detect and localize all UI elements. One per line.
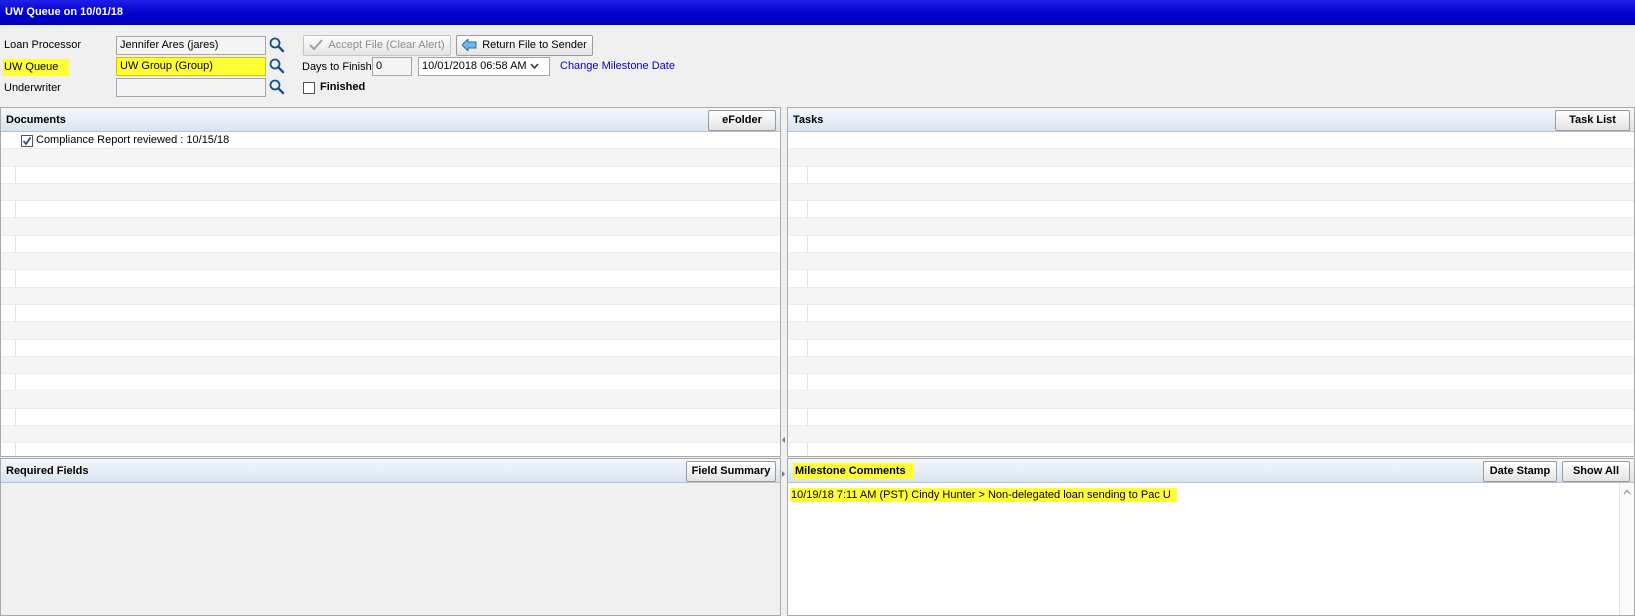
accept-file-button[interactable]: Accept File (Clear Alert) (303, 35, 451, 56)
documents-panel: Documents eFolder Compliance Report revi… (0, 107, 781, 457)
return-file-button[interactable]: Return File to Sender (456, 35, 593, 56)
table-row (788, 287, 1634, 305)
uw-queue-field[interactable]: UW Group (Group) (116, 57, 266, 76)
table-row (1, 426, 780, 444)
table-row (788, 236, 1634, 254)
documents-list: Compliance Report reviewed : 10/15/18 (1, 132, 780, 456)
underwriter-label: Underwriter (4, 82, 61, 94)
table-row (1, 183, 780, 202)
underwriter-field[interactable] (116, 78, 266, 97)
return-file-label: Return File to Sender (482, 39, 587, 51)
table-row (788, 183, 1634, 202)
documents-header: Documents eFolder (1, 108, 780, 132)
days-to-finish-label: Days to Finish (302, 61, 372, 73)
table-row (788, 167, 1634, 184)
efolder-button[interactable]: eFolder (708, 110, 776, 131)
loan-processor-field[interactable]: Jennifer Ares (jares) (116, 36, 266, 55)
splitter-grip-icon (782, 437, 785, 477)
accept-file-label: Accept File (Clear Alert) (328, 39, 445, 51)
tasks-header: Tasks Task List (788, 108, 1634, 132)
uw-queue-label: UW Queue (3, 59, 69, 76)
date-stamp-button[interactable]: Date Stamp (1483, 461, 1557, 482)
table-row (788, 149, 1634, 167)
table-row (1, 340, 780, 357)
tasks-list (788, 132, 1634, 456)
documents-title: Documents (6, 114, 66, 126)
table-row (788, 305, 1634, 323)
table-row (1, 201, 780, 219)
checkmark-icon (22, 137, 32, 146)
table-row (788, 391, 1634, 409)
return-arrow-icon (462, 39, 477, 52)
table-row (1, 305, 780, 323)
tasks-panel: Tasks Task List (787, 107, 1635, 457)
table-row (1, 391, 780, 409)
table-row (788, 426, 1634, 444)
milestone-date-picker[interactable]: 10/01/2018 06:58 AM (418, 57, 550, 76)
table-row (1, 443, 780, 456)
table-row (1, 409, 780, 427)
required-fields-title: Required Fields (6, 465, 89, 477)
scroll-up-icon[interactable] (1623, 489, 1631, 495)
table-row (1, 218, 780, 236)
table-row (788, 443, 1634, 456)
document-checkbox[interactable] (21, 135, 33, 147)
finished-label: Finished (320, 81, 366, 93)
document-label: Compliance Report reviewed : 10/15/18 (36, 134, 230, 146)
milestone-comments-title: Milestone Comments (793, 463, 914, 479)
table-row (788, 201, 1634, 219)
milestone-date-value: 10/01/2018 06:58 AM (422, 60, 527, 72)
table-row (788, 356, 1634, 375)
milestone-comment-text: 10/19/18 7:11 AM (PST) Cindy Hunter > No… (790, 488, 1177, 502)
table-row (788, 270, 1634, 288)
loan-processor-label: Loan Processor (4, 39, 82, 51)
magnifier-icon[interactable] (268, 57, 286, 75)
table-row (1, 374, 780, 392)
table-row (788, 132, 1634, 150)
table-row (788, 218, 1634, 236)
days-to-finish-field[interactable]: 0 (372, 57, 412, 76)
chevron-down-icon[interactable] (530, 63, 539, 70)
table-row (1, 149, 780, 167)
table-row (1, 356, 780, 375)
change-milestone-date-link[interactable]: Change Milestone Date (560, 60, 675, 72)
required-fields-header: Required Fields Field Summary (1, 459, 780, 483)
table-row (788, 253, 1634, 271)
required-fields-panel: Required Fields Field Summary (0, 458, 781, 616)
table-row (1, 253, 780, 271)
magnifier-icon[interactable] (268, 36, 286, 54)
tasks-title: Tasks (793, 114, 824, 126)
table-row (788, 340, 1634, 357)
comments-scrollbar[interactable] (1619, 483, 1634, 615)
table-row (1, 287, 780, 305)
show-all-button[interactable]: Show All (1562, 461, 1630, 482)
magnifier-icon[interactable] (268, 78, 286, 96)
table-row (1, 167, 780, 184)
finished-checkbox[interactable] (303, 82, 315, 94)
table-row (788, 322, 1634, 340)
milestone-comments-textarea[interactable]: 10/19/18 7:11 AM (PST) Cindy Hunter > No… (790, 483, 1620, 615)
milestone-comments-panel: Milestone Comments Date Stamp Show All 1… (787, 458, 1635, 616)
table-row (788, 409, 1634, 427)
task-list-button[interactable]: Task List (1555, 110, 1630, 131)
milestone-comments-header: Milestone Comments Date Stamp Show All (788, 459, 1634, 483)
table-row (788, 374, 1634, 392)
table-row (1, 322, 780, 340)
checkmark-icon (309, 39, 324, 51)
table-row (1, 270, 780, 288)
window-title: UW Queue on 10/01/18 (0, 0, 1635, 25)
table-row (1, 236, 780, 254)
field-summary-button[interactable]: Field Summary (686, 461, 776, 482)
list-item[interactable]: Compliance Report reviewed : 10/15/18 (1, 132, 780, 150)
